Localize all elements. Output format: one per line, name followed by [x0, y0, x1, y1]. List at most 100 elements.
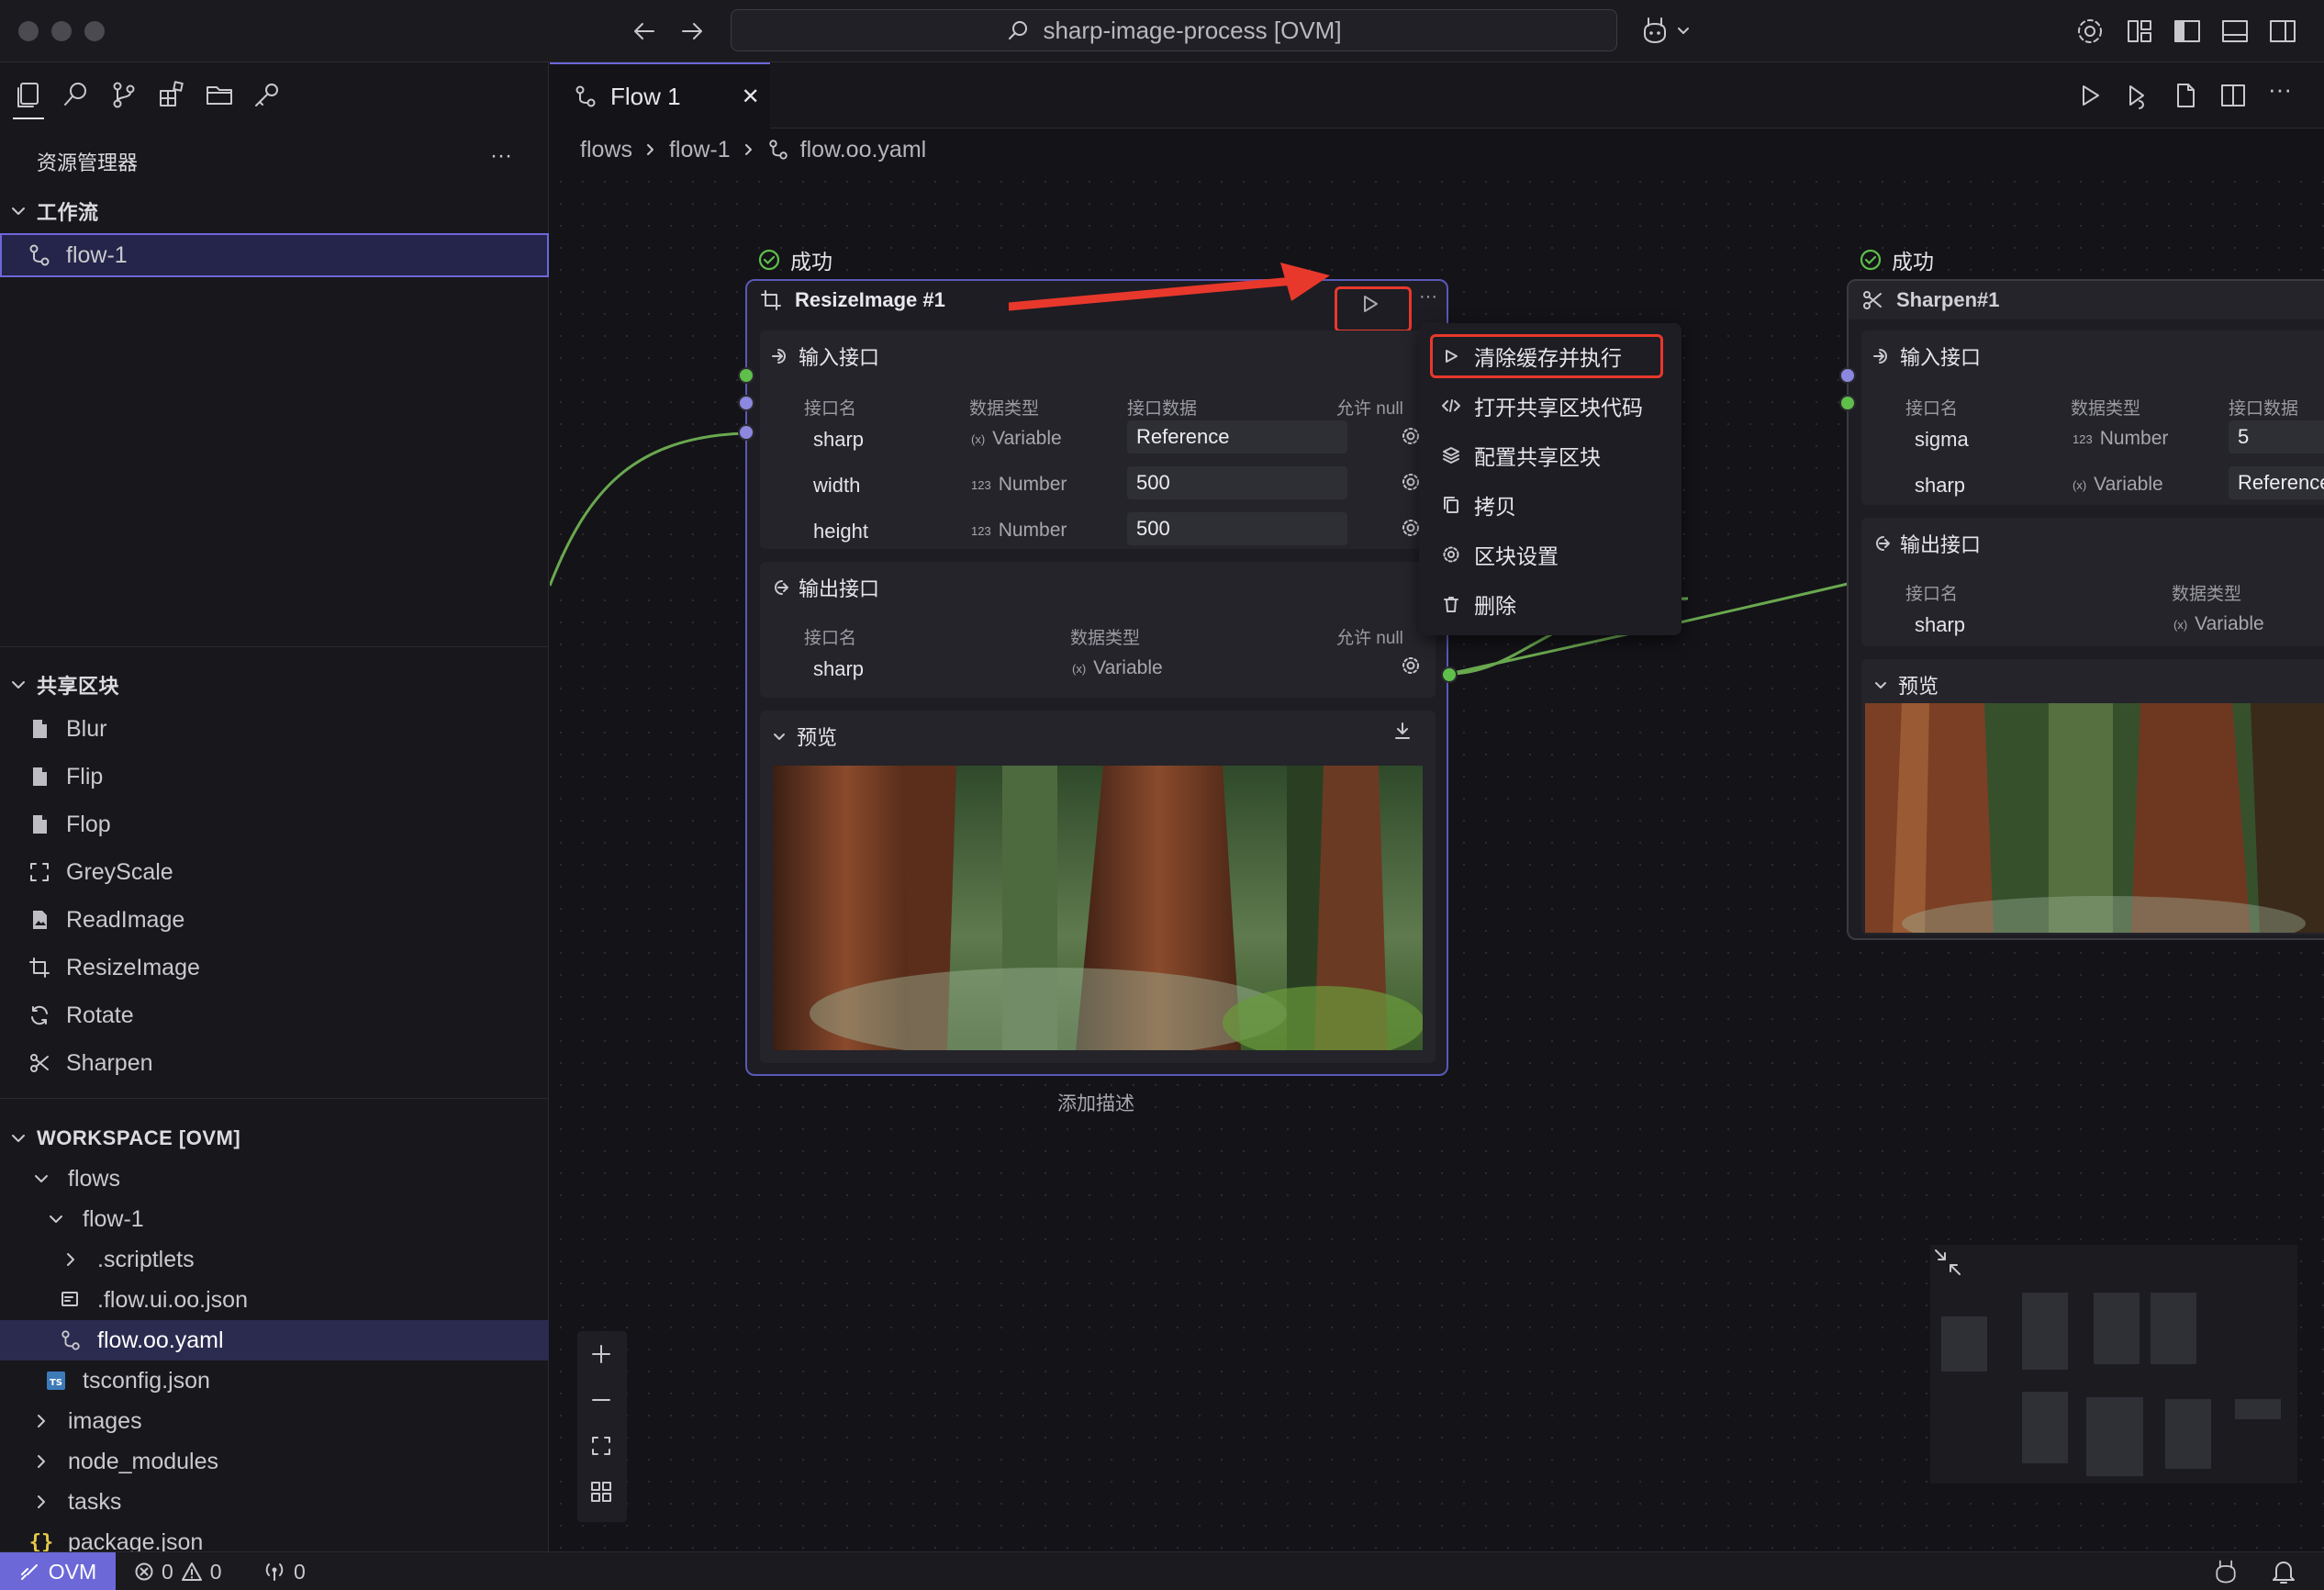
- minimap[interactable]: [1930, 1245, 2297, 1484]
- menu-item-configure-block[interactable]: 配置共享区块: [1428, 435, 1672, 476]
- tree-item-flow-ui-json[interactable]: .flow.ui.oo.json: [0, 1280, 549, 1320]
- nav-back-icon[interactable]: [631, 18, 657, 44]
- menu-item-clear-cache-run[interactable]: 清除缓存并执行: [1428, 336, 1672, 376]
- explorer-icon[interactable]: [13, 79, 44, 110]
- source-control-icon[interactable]: [108, 79, 140, 110]
- node-sharpen[interactable]: Sharpen#1 输入接口 接口名 数据类型 接口数据 sigma 123 Nu…: [1839, 279, 2324, 940]
- workflow-item-flow-1[interactable]: flow-1: [0, 233, 549, 277]
- port-in-sigma[interactable]: [1839, 367, 1856, 384]
- tree-item-flow-yaml[interactable]: flow.oo.yaml: [0, 1320, 549, 1360]
- collapse-minimap-icon[interactable]: [1930, 1245, 1967, 1282]
- toggle-secondary-sidebar-icon[interactable]: [2267, 16, 2298, 47]
- shared-section-header[interactable]: 共享区块: [0, 665, 549, 705]
- input-value-field[interactable]: Reference: [2229, 466, 2324, 499]
- zoom-out-icon[interactable]: [577, 1377, 625, 1423]
- download-icon[interactable]: [1391, 720, 1413, 742]
- workspace-section-header[interactable]: WORKSPACE [OVM]: [0, 1118, 549, 1159]
- node1-run-icon[interactable]: [1358, 292, 1382, 316]
- crop-icon: [26, 954, 53, 981]
- shared-item-greyscale[interactable]: GreyScale: [0, 852, 549, 892]
- input-value-field[interactable]: 500: [1127, 466, 1347, 499]
- open-file-icon[interactable]: [2171, 81, 2200, 110]
- tree-item-scriptlets[interactable]: .scriptlets: [0, 1239, 549, 1280]
- key-icon[interactable]: [251, 79, 283, 110]
- workflow-section-header[interactable]: 工作流: [0, 191, 549, 231]
- problems-indicator[interactable]: 0 0: [134, 1552, 222, 1590]
- menu-item-open-code[interactable]: 打开共享区块代码: [1428, 386, 1672, 426]
- toggle-panel-icon[interactable]: [2219, 16, 2251, 47]
- run-debug-icon[interactable]: [2123, 81, 2152, 110]
- folder-view-icon[interactable]: [204, 79, 235, 110]
- input-value-field[interactable]: Reference: [1127, 420, 1347, 453]
- port-out-sharp[interactable]: [1441, 666, 1458, 683]
- shared-item-resizeimage[interactable]: ResizeImage: [0, 947, 549, 988]
- shared-item-flop[interactable]: Flop: [0, 804, 549, 845]
- gear-icon[interactable]: [1401, 518, 1421, 538]
- node-resizeimage[interactable]: ResizeImage #1 ··· 输入接口 接口名 数据类型 接口数据 允许…: [738, 279, 1458, 1076]
- close-icon[interactable]: ✕: [742, 84, 760, 110]
- window-zoom-button[interactable]: [84, 21, 105, 41]
- tree-item-flows[interactable]: flows: [0, 1159, 549, 1199]
- search-view-icon[interactable]: [61, 79, 92, 110]
- tree-item-tasks[interactable]: tasks: [0, 1482, 549, 1522]
- breadcrumb-flow-1[interactable]: flow-1: [669, 137, 731, 163]
- tree-item-flow-1[interactable]: flow-1: [0, 1199, 549, 1239]
- tab-flow-1[interactable]: Flow 1 ✕: [550, 62, 770, 129]
- customize-layout-icon[interactable]: [2124, 16, 2155, 47]
- node2-inputs-panel: 输入接口 接口名 数据类型 接口数据 sigma 123 Number 5 sha…: [1861, 330, 2324, 505]
- window-minimize-button[interactable]: [51, 21, 72, 41]
- node2-preview-title[interactable]: 预览: [1872, 670, 1939, 700]
- shared-item-readimage[interactable]: ReadImage: [0, 900, 549, 940]
- split-editor-icon[interactable]: [2218, 81, 2248, 110]
- port-in-height[interactable]: [738, 424, 754, 441]
- shared-item-sharpen[interactable]: Sharpen: [0, 1043, 549, 1083]
- port-in-sharp[interactable]: [738, 367, 754, 384]
- window-close-button[interactable]: [18, 21, 39, 41]
- node2-header[interactable]: Sharpen#1: [1849, 281, 2324, 319]
- shared-item-rotate[interactable]: Rotate: [0, 995, 549, 1036]
- menu-item-block-settings[interactable]: 区块设置: [1428, 534, 1672, 575]
- input-type: (x) Variable: [2073, 474, 2163, 495]
- fit-view-icon[interactable]: [577, 1423, 625, 1469]
- number-icon: 123: [2073, 431, 2093, 446]
- shared-item-flip[interactable]: Flip: [0, 756, 549, 797]
- bell-icon[interactable]: [2271, 1558, 2296, 1585]
- gear-icon[interactable]: [1401, 426, 1421, 446]
- node1-more-icon[interactable]: ···: [1419, 286, 1437, 308]
- copilot-menu[interactable]: [1639, 15, 1691, 46]
- auto-layout-icon[interactable]: [577, 1469, 625, 1515]
- ports-indicator[interactable]: 0: [263, 1552, 306, 1590]
- tree-item-images[interactable]: images: [0, 1401, 549, 1441]
- chevron-right-icon: [643, 142, 658, 157]
- toggle-sidebar-icon[interactable]: [2172, 16, 2203, 47]
- tree-item-tsconfig[interactable]: TS tsconfig.json: [0, 1360, 549, 1401]
- explorer-more-button[interactable]: ···: [490, 143, 512, 169]
- breadcrumb-flows[interactable]: flows: [580, 137, 632, 163]
- nav-forward-icon[interactable]: [679, 18, 705, 44]
- command-center-search[interactable]: sharp-image-process [OVM]: [731, 9, 1617, 51]
- variable-icon: (x): [2173, 617, 2188, 632]
- tree-item-node-modules[interactable]: node_modules: [0, 1441, 549, 1482]
- breadcrumb-flow-yaml[interactable]: flow.oo.yaml: [800, 137, 927, 163]
- shared-item-blur[interactable]: Blur: [0, 709, 549, 749]
- extensions-icon[interactable]: [156, 79, 187, 110]
- zoom-in-icon[interactable]: [577, 1331, 625, 1377]
- bunny-icon[interactable]: [2212, 1558, 2240, 1585]
- add-description[interactable]: 添加描述: [1057, 1089, 1134, 1116]
- menu-item-delete[interactable]: 删除: [1428, 584, 1672, 624]
- gear-icon[interactable]: [1401, 472, 1421, 492]
- gear-icon[interactable]: [1401, 655, 1421, 676]
- input-value-field[interactable]: 500: [1127, 512, 1347, 545]
- more-actions-icon[interactable]: ···: [2268, 75, 2292, 104]
- explorer-title: 资源管理器: [37, 151, 139, 174]
- port-in-width[interactable]: [738, 395, 754, 411]
- node1-preview-title[interactable]: 预览: [771, 722, 837, 751]
- gear-icon[interactable]: [2074, 16, 2106, 47]
- run-icon[interactable]: [2075, 81, 2105, 110]
- remote-indicator[interactable]: OVM: [0, 1552, 116, 1590]
- play-icon: [1441, 348, 1461, 364]
- input-value-field[interactable]: 5: [2229, 420, 2324, 453]
- port-in-sharp[interactable]: [1839, 395, 1856, 411]
- menu-item-copy[interactable]: 拷贝: [1428, 485, 1672, 525]
- node1-outputs-title: 输出接口: [771, 573, 879, 602]
